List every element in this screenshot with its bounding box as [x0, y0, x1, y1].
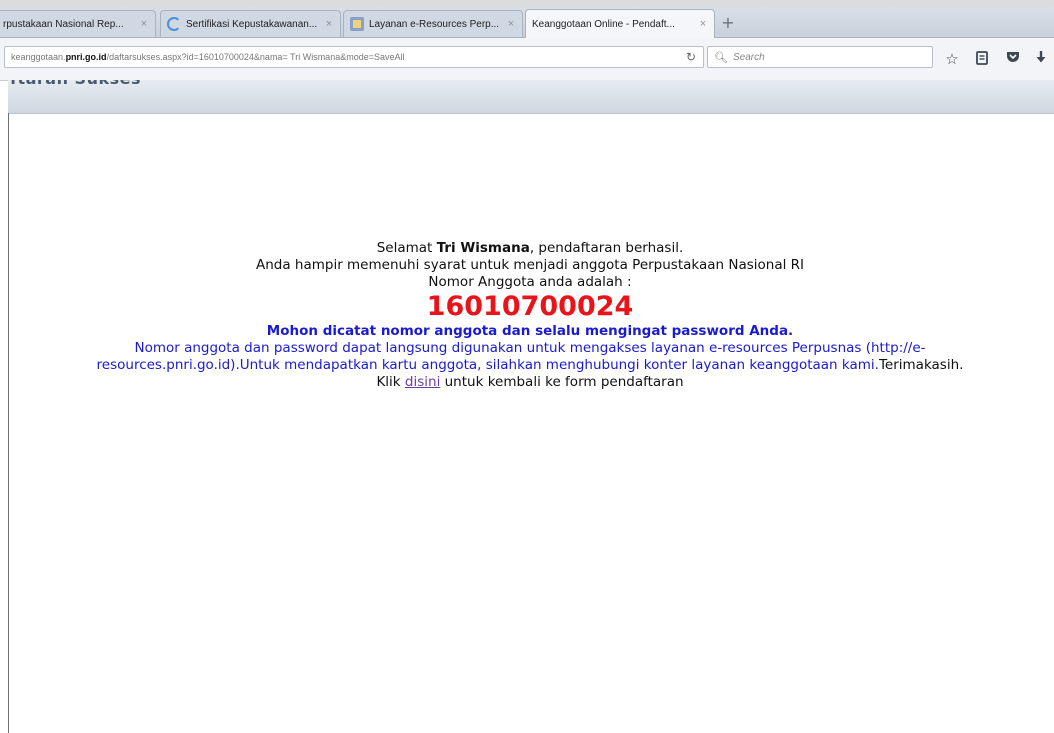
- tab-close-icon[interactable]: ×: [698, 18, 708, 30]
- new-tab-button[interactable]: +: [721, 15, 735, 31]
- tab-close-icon[interactable]: ×: [506, 18, 516, 30]
- tab-keanggotaan-online[interactable]: Keanggotaan Online - Pendaft... ×: [525, 9, 715, 38]
- pocket-icon[interactable]: [1004, 50, 1022, 68]
- url-domain: pnri.go.id: [65, 52, 107, 62]
- greeting-line: Selamat Tri Wismana, pendaftaran berhasi…: [60, 240, 1000, 257]
- tab-layanan-eresources[interactable]: Layanan e-Resources Perp... ×: [343, 10, 523, 37]
- bookmark-star-icon[interactable]: ☆: [943, 50, 961, 68]
- back-prefix: Klik: [376, 374, 405, 390]
- reading-list-icon[interactable]: [973, 50, 991, 68]
- info-line-2-text: resources.pnri.go.id).Untuk mendapatkan …: [96, 357, 879, 373]
- thanks-text: Terimakasih.: [878, 357, 964, 373]
- greeting-suffix: , pendaftaran berhasil.: [529, 240, 684, 256]
- greeting-prefix: Selamat: [376, 240, 437, 256]
- tab-label: Layanan e-Resources Perp...: [369, 18, 500, 30]
- member-number: 16010700024: [426, 291, 634, 322]
- page-left-border: [8, 113, 9, 733]
- back-to-form-link[interactable]: disini: [405, 374, 440, 390]
- loading-spinner-icon: [167, 17, 181, 31]
- tab-close-icon[interactable]: ×: [324, 18, 334, 30]
- page-heading: ftaran Sukses: [10, 80, 141, 88]
- info-line-2: resources.pnri.go.id).Untuk mendapatkan …: [60, 357, 1000, 374]
- reload-icon[interactable]: ↻: [682, 50, 700, 66]
- search-icon: 🔍︎: [714, 51, 728, 64]
- tab-close-icon[interactable]: ×: [139, 18, 149, 30]
- window-top-strip: [0, 0, 1054, 7]
- back-to-form-line: Klik disini untuk kembali ke form pendaf…: [60, 374, 1000, 391]
- url-path: /daftarsukses.aspx?id=16010700024&nama= …: [106, 52, 405, 62]
- info-line-1: Nomor anggota dan password dapat langsun…: [134, 340, 926, 356]
- library-favicon-icon: [350, 17, 364, 31]
- tab-sertifikasi[interactable]: Sertifikasi Kepustakawanan... ×: [160, 10, 341, 37]
- download-icon[interactable]: [1032, 50, 1050, 68]
- page-header-band: ftaran Sukses: [8, 80, 1054, 114]
- url-prefix: keanggotaan.: [11, 52, 66, 62]
- tab-label: Sertifikasi Kepustakawanan...: [186, 18, 318, 30]
- navigation-bar: keanggotaan. pnri.go.id/daftarsukses.aspx…: [0, 38, 1054, 81]
- tab-label: rpustakaan Nasional Rep...: [3, 18, 124, 30]
- back-suffix: untuk kembali ke form pendaftaran: [440, 374, 684, 390]
- member-number-label: Nomor Anggota anda adalah :: [428, 274, 632, 290]
- tab-label: Keanggotaan Online - Pendaft...: [532, 18, 675, 30]
- user-name: Tri Wismana: [436, 240, 530, 256]
- tab-perpustakaan-nasional[interactable]: rpustakaan Nasional Rep... ×: [0, 10, 156, 37]
- search-input[interactable]: 🔍︎ Search: [707, 46, 933, 68]
- eligibility-text: Anda hampir memenuhi syarat untuk menjad…: [255, 257, 805, 273]
- remember-password-note: Mohon dicatat nomor anggota dan selalu m…: [266, 323, 794, 339]
- tab-bar: rpustakaan Nasional Rep... × Sertifikasi…: [0, 7, 1054, 38]
- url-bar[interactable]: keanggotaan. pnri.go.id/daftarsukses.aspx…: [4, 46, 704, 68]
- registration-success-message: Selamat Tri Wismana, pendaftaran berhasi…: [60, 240, 1000, 391]
- search-placeholder: Search: [732, 51, 765, 63]
